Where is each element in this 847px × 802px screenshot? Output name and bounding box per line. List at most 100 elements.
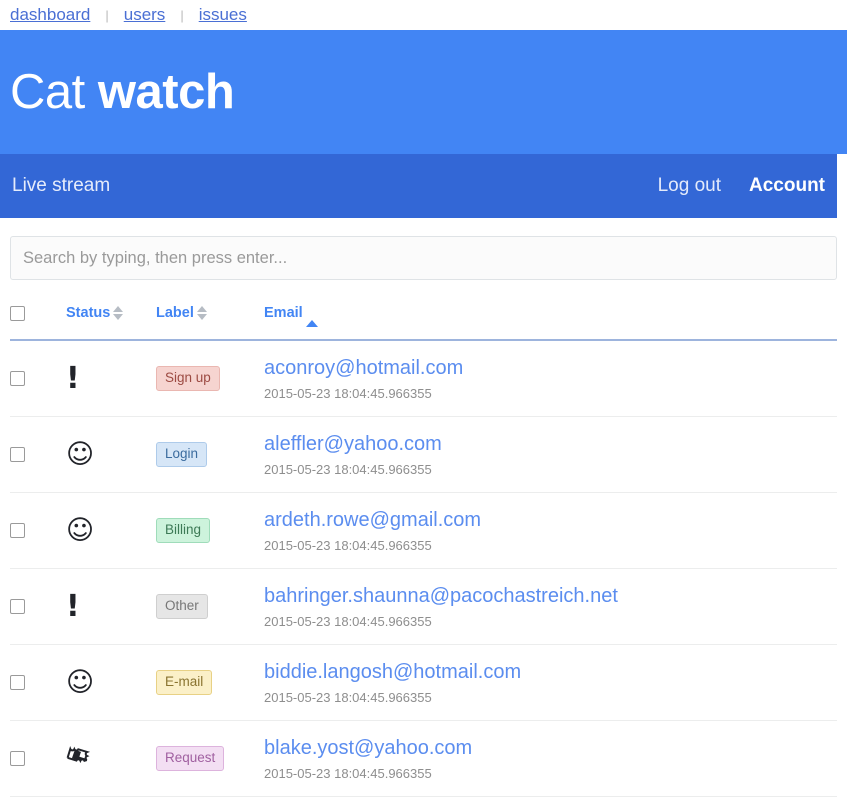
header-email-label: Email (264, 305, 303, 321)
row-checkbox[interactable] (10, 750, 25, 766)
row-status-cell: ☺ (66, 644, 156, 721)
caret-up-icon (196, 306, 207, 313)
row-status-cell: ! (66, 340, 156, 417)
email-link[interactable]: biddie.langosh@hotmail.com (264, 661, 837, 684)
timestamp: 2015-05-23 18:04:45.966355 (264, 765, 432, 781)
sort-label-button[interactable] (196, 306, 207, 321)
email-link[interactable]: aleffler@yahoo.com (264, 433, 837, 456)
table-header-row: Status Label Email (10, 299, 837, 341)
status-badge: E-mail (156, 669, 213, 696)
row-select-cell (10, 416, 66, 493)
row-status-cell: ☺ (66, 416, 156, 493)
brand-title-bold: watch (97, 64, 235, 119)
exclamation-icon: ! (66, 360, 80, 396)
nav-link-dashboard[interactable]: dashboard (6, 5, 94, 25)
row-checkbox[interactable] (10, 674, 25, 690)
email-cell-stack: aleffler@yahoo.com 2015-05-23 18:04:45.9… (264, 423, 837, 487)
search-input[interactable] (10, 236, 837, 280)
row-checkbox[interactable] (10, 446, 25, 462)
header-email[interactable]: Email (264, 299, 837, 341)
row-label-cell: Request (156, 720, 264, 797)
table-row[interactable]: ☺ Billing ardeth.rowe@gmail.com 2015-05-… (10, 492, 837, 569)
table-header: Status Label Email (10, 299, 837, 341)
email-cell-stack: blake.yost@yahoo.com 2015-05-23 18:04:45… (264, 727, 837, 791)
row-status-cell (66, 720, 156, 797)
caret-up-active-icon (305, 305, 318, 328)
email-link[interactable]: aconroy@hotmail.com (264, 357, 837, 380)
row-email-cell: bahringer.shaunna@pacochastreich.net 201… (264, 568, 837, 645)
status-badge: Login (156, 441, 208, 468)
row-select-cell (10, 644, 66, 721)
header-status[interactable]: Status (66, 299, 156, 341)
breadcrumb-separator: | (105, 7, 109, 23)
table-row[interactable]: ! Other bahringer.shaunna@pacochastreich… (10, 568, 837, 645)
main-navbar: Live stream Log out Account (0, 154, 837, 218)
row-checkbox[interactable] (10, 598, 25, 614)
header-select-all (10, 299, 66, 341)
table-body: ! Sign up aconroy@hotmail.com 2015-05-23… (10, 340, 837, 797)
smiley-icon: ☺ (66, 439, 95, 470)
table-row[interactable]: ! Sign up aconroy@hotmail.com 2015-05-23… (10, 340, 837, 417)
sort-carets-icon (196, 306, 207, 321)
row-email-cell: aconroy@hotmail.com 2015-05-23 18:04:45.… (264, 340, 837, 417)
status-badge: Other (156, 593, 208, 620)
row-label-cell: Login (156, 416, 264, 493)
ticket-icon (60, 739, 97, 778)
row-label-cell: Sign up (156, 340, 264, 417)
timestamp: 2015-05-23 18:04:45.966355 (264, 461, 432, 477)
table-row[interactable]: ☺ E-mail biddie.langosh@hotmail.com 2015… (10, 644, 837, 721)
sort-carets-icon (113, 306, 124, 321)
email-cell-stack: bahringer.shaunna@pacochastreich.net 201… (264, 575, 837, 639)
navbar-right-group: Log out Account (658, 175, 825, 197)
row-checkbox[interactable] (10, 522, 25, 538)
brand-title-light: Cat (10, 64, 85, 119)
email-cell-stack: biddie.langosh@hotmail.com 2015-05-23 18… (264, 651, 837, 715)
nav-link-users[interactable]: users (120, 5, 170, 25)
caret-down-icon (196, 314, 207, 321)
timestamp: 2015-05-23 18:04:45.966355 (264, 689, 432, 705)
select-all-checkbox[interactable] (10, 305, 25, 321)
email-link[interactable]: bahringer.shaunna@pacochastreich.net (264, 585, 837, 608)
header-label[interactable]: Label (156, 299, 264, 341)
row-select-cell (10, 720, 66, 797)
search-wrapper (10, 218, 837, 280)
smiley-icon: ☺ (66, 515, 95, 546)
row-checkbox[interactable] (10, 370, 25, 386)
caret-down-icon (113, 314, 124, 321)
row-email-cell: biddie.langosh@hotmail.com 2015-05-23 18… (264, 644, 837, 721)
records-table: Status Label Email ! Sign up aconroy@hot… (10, 299, 837, 797)
account-link[interactable]: Account (749, 175, 825, 197)
row-status-cell: ! (66, 568, 156, 645)
status-badge: Request (156, 745, 225, 772)
row-label-cell: E-mail (156, 644, 264, 721)
exclamation-icon: ! (66, 588, 80, 624)
sort-status-button[interactable] (113, 306, 124, 321)
timestamp: 2015-05-23 18:04:45.966355 (264, 385, 432, 401)
table-row[interactable]: ☺ Login aleffler@yahoo.com 2015-05-23 18… (10, 416, 837, 493)
email-link[interactable]: blake.yost@yahoo.com (264, 737, 837, 760)
status-badge: Sign up (156, 365, 220, 392)
email-cell-stack: aconroy@hotmail.com 2015-05-23 18:04:45.… (264, 347, 837, 411)
row-select-cell (10, 340, 66, 417)
caret-up-icon (113, 306, 124, 313)
nav-link-issues[interactable]: issues (195, 5, 251, 25)
timestamp: 2015-05-23 18:04:45.966355 (264, 537, 432, 553)
smiley-icon: ☺ (66, 667, 95, 698)
status-badge: Billing (156, 517, 211, 544)
row-email-cell: aleffler@yahoo.com 2015-05-23 18:04:45.9… (264, 416, 837, 493)
row-status-cell: ☺ (66, 492, 156, 569)
timestamp: 2015-05-23 18:04:45.966355 (264, 613, 432, 629)
row-email-cell: ardeth.rowe@gmail.com 2015-05-23 18:04:4… (264, 492, 837, 569)
navbar-live-stream[interactable]: Live stream (12, 175, 110, 197)
table-row[interactable]: Request blake.yost@yahoo.com 2015-05-23 … (10, 720, 837, 797)
header-label-label: Label (156, 305, 194, 321)
breadcrumb-separator: | (180, 7, 184, 23)
row-select-cell (10, 568, 66, 645)
email-cell-stack: ardeth.rowe@gmail.com 2015-05-23 18:04:4… (264, 499, 837, 563)
row-select-cell (10, 492, 66, 569)
row-label-cell: Other (156, 568, 264, 645)
logout-link[interactable]: Log out (658, 175, 721, 197)
email-link[interactable]: ardeth.rowe@gmail.com (264, 509, 837, 532)
content-area: Status Label Email ! (0, 218, 847, 797)
row-label-cell: Billing (156, 492, 264, 569)
